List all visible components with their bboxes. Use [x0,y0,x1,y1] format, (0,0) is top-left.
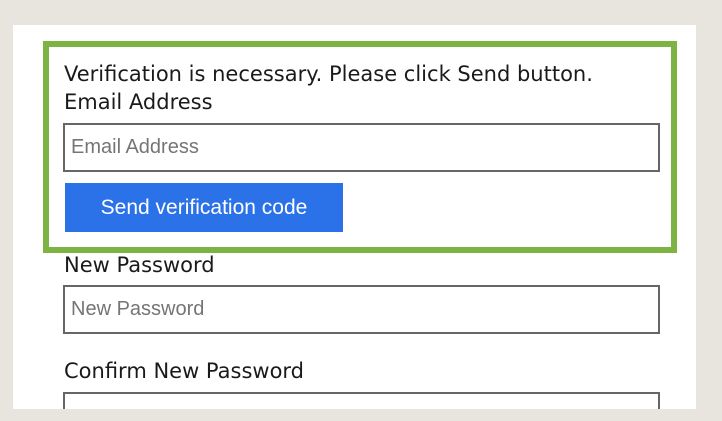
new-password-label: New Password [64,253,215,277]
send-verification-code-button[interactable]: Send verification code [65,183,343,232]
confirm-password-field[interactable] [63,392,660,409]
email-field[interactable] [63,123,660,172]
verification-message: Verification is necessary. Please click … [64,62,593,86]
new-password-field[interactable] [63,285,660,334]
confirm-password-label: Confirm New Password [64,359,305,383]
form-panel: Verification is necessary. Please click … [13,25,696,409]
email-label: Email Address [64,90,213,114]
